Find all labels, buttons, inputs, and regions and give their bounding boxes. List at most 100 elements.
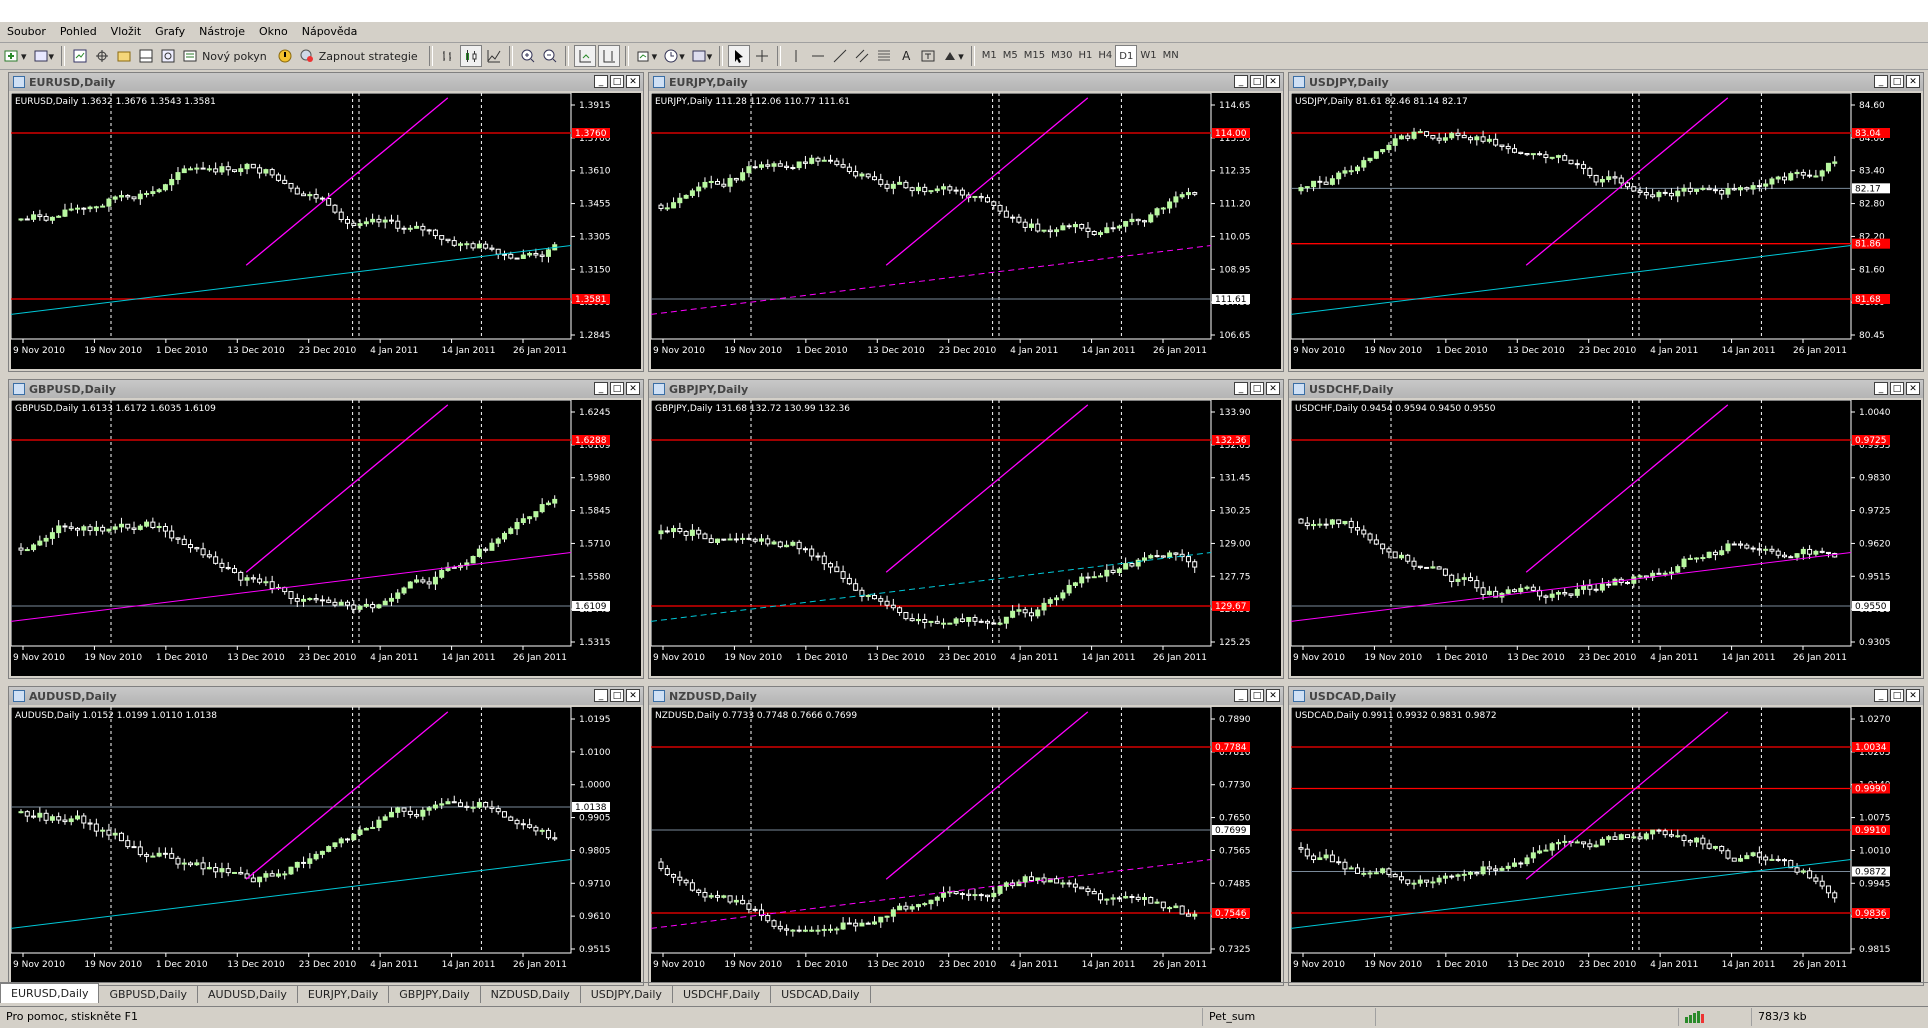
minimize-icon[interactable]: _ <box>594 689 608 702</box>
tab-audusd[interactable]: AUDUSD,Daily <box>198 986 298 1003</box>
profiles-icon[interactable]: ▾ <box>31 45 57 67</box>
minimize-icon[interactable]: _ <box>1874 75 1888 88</box>
periods-icon[interactable]: ▾ <box>661 45 687 67</box>
new-order-button[interactable]: Nový pokyn <box>180 45 273 67</box>
candlestick-icon[interactable] <box>459 45 482 67</box>
chart-window-gbpjpy[interactable]: GBPJPY,Daily _ □ ✕ 133.90 132.65 131.45 130.25 1… <box>648 379 1284 679</box>
tab-eurjpy[interactable]: EURJPY,Daily <box>298 986 390 1003</box>
market-watch-icon[interactable] <box>70 45 90 67</box>
horizontal-line-icon[interactable] <box>808 45 828 67</box>
timeframe-w1[interactable]: W1 <box>1137 45 1159 65</box>
tab-gbpusd[interactable]: GBPUSD,Daily <box>99 986 199 1003</box>
chart-area[interactable]: 1.00400.99350.98300.97250.96200.95150.94… <box>1291 400 1921 676</box>
close-icon[interactable]: ✕ <box>1906 382 1920 395</box>
chart-window-nzdusd[interactable]: NZDUSD,Daily _ □ ✕ 0.7890 0.7810 0.7730 0.7650 0… <box>648 686 1284 986</box>
text-label-icon[interactable] <box>918 45 938 67</box>
chart-area[interactable]: 1.02701.02051.01401.00751.00100.99450.98… <box>1291 707 1921 983</box>
chart-titlebar[interactable]: USDJPY,Daily _ □ ✕ <box>1289 73 1923 91</box>
minimize-icon[interactable]: _ <box>594 75 608 88</box>
close-icon[interactable]: ✕ <box>1266 75 1280 88</box>
chart-area[interactable]: 114.65113.50112.35111.20110.05108.95107.… <box>651 93 1281 369</box>
maximize-icon[interactable]: □ <box>1250 689 1264 702</box>
chart-window-usdjpy[interactable]: USDJPY,Daily _ □ ✕ 84.60 84.00 83.40 82.80 82.20… <box>1288 72 1924 372</box>
chart-canvas[interactable]: 1.00400.99350.98300.97250.96200.95150.94… <box>1291 400 1921 676</box>
tab-gbpjpy[interactable]: GBPJPY,Daily <box>389 986 481 1003</box>
maximize-icon[interactable]: □ <box>610 689 624 702</box>
chart-shift-icon[interactable] <box>597 45 620 67</box>
maximize-icon[interactable]: □ <box>610 75 624 88</box>
minimize-icon[interactable]: _ <box>1874 382 1888 395</box>
chart-titlebar[interactable]: AUDUSD,Daily _ □ ✕ <box>9 687 643 705</box>
chart-area[interactable]: 0.78900.78100.77300.76500.75650.74850.74… <box>651 707 1281 983</box>
chart-canvas[interactable]: 1.0195 1.0100 1.0000 0.9905 0.9805 0.9710 0.96… <box>11 707 641 983</box>
text-icon[interactable]: A <box>896 45 916 67</box>
chart-window-eurusd[interactable]: EURUSD,Daily _ □ ✕ 1.3915 1.3760 1.3610 1.3455 1… <box>8 72 644 372</box>
tab-nzdusd[interactable]: NZDUSD,Daily <box>481 986 581 1003</box>
maximize-icon[interactable]: □ <box>1890 382 1904 395</box>
chart-area[interactable]: 84.6084.0083.4082.8082.2081.6081.0080.45… <box>1291 93 1921 369</box>
timeframe-m5[interactable]: M5 <box>1000 45 1021 65</box>
tab-usdcad[interactable]: USDCAD,Daily <box>771 986 871 1003</box>
maximize-icon[interactable]: □ <box>1250 75 1264 88</box>
templates-icon[interactable]: ▾ <box>689 45 715 67</box>
close-icon[interactable]: ✕ <box>626 75 640 88</box>
close-icon[interactable]: ✕ <box>1266 689 1280 702</box>
chart-titlebar[interactable]: USDCHF,Daily _ □ ✕ <box>1289 380 1923 398</box>
channel-icon[interactable] <box>852 45 872 67</box>
bar-chart-icon[interactable] <box>438 45 458 67</box>
minimize-icon[interactable]: _ <box>1234 75 1248 88</box>
minimize-icon[interactable]: _ <box>1234 382 1248 395</box>
chart-canvas[interactable]: 114.65113.50112.35111.20110.05108.95107.… <box>651 93 1281 369</box>
tab-usdjpy[interactable]: USDJPY,Daily <box>581 986 673 1003</box>
chart-area[interactable]: 1.62451.61091.59801.58451.57101.55801.54… <box>11 400 641 676</box>
maximize-icon[interactable]: □ <box>1890 689 1904 702</box>
chart-area[interactable]: 133.90132.65131.45130.25129.00127.75126.… <box>651 400 1281 676</box>
vertical-line-icon[interactable] <box>786 45 806 67</box>
menu-item-5[interactable]: Okno <box>252 22 295 42</box>
timeframe-m30[interactable]: M30 <box>1048 45 1075 65</box>
timeframe-m15[interactable]: M15 <box>1021 45 1048 65</box>
indicators-icon[interactable]: ▾ <box>634 45 660 67</box>
zoom-out-icon[interactable] <box>540 45 560 67</box>
maximize-icon[interactable]: □ <box>610 382 624 395</box>
auto-scroll-icon[interactable] <box>573 45 596 67</box>
chart-canvas[interactable]: 1.02701.02051.01401.00751.00100.99450.98… <box>1291 707 1921 983</box>
timeframe-mn[interactable]: MN <box>1160 45 1182 65</box>
menu-item-1[interactable]: Pohled <box>53 22 104 42</box>
zoom-in-icon[interactable] <box>518 45 538 67</box>
line-chart-icon[interactable] <box>484 45 504 67</box>
chart-canvas[interactable]: 84.6084.0083.4082.8082.2081.6081.0080.45… <box>1291 93 1921 369</box>
meta-editor-icon[interactable] <box>275 45 295 67</box>
close-icon[interactable]: ✕ <box>1906 75 1920 88</box>
chart-area[interactable]: 1.39151.37601.36101.34551.33051.31501.30… <box>11 93 641 369</box>
chart-titlebar[interactable]: NZDUSD,Daily _ □ ✕ <box>649 687 1283 705</box>
terminal-icon[interactable] <box>136 45 156 67</box>
tab-eurusd[interactable]: EURUSD,Daily <box>0 983 100 1003</box>
autotrading-button[interactable]: Zapnout strategie <box>297 45 424 67</box>
close-icon[interactable]: ✕ <box>626 689 640 702</box>
menu-item-2[interactable]: Vložit <box>104 22 148 42</box>
menu-item-4[interactable]: Nástroje <box>192 22 252 42</box>
minimize-icon[interactable]: _ <box>1874 689 1888 702</box>
maximize-icon[interactable]: □ <box>1890 75 1904 88</box>
menu-item-3[interactable]: Grafy <box>148 22 192 42</box>
fibonacci-icon[interactable] <box>874 45 894 67</box>
chart-window-eurjpy[interactable]: EURJPY,Daily _ □ ✕ 114.65 113.50 112.35 111.20 1… <box>648 72 1284 372</box>
minimize-icon[interactable]: _ <box>1234 689 1248 702</box>
chart-area[interactable]: 1.0195 1.0100 1.0000 0.9905 0.9805 0.9710 0.96… <box>11 707 641 983</box>
chart-titlebar[interactable]: GBPJPY,Daily _ □ ✕ <box>649 380 1283 398</box>
trendline-icon[interactable] <box>830 45 850 67</box>
chart-canvas[interactable]: 133.90132.65131.45130.25129.00127.75126.… <box>651 400 1281 676</box>
close-icon[interactable]: ✕ <box>1906 689 1920 702</box>
chart-canvas[interactable]: 1.39151.37601.36101.34551.33051.31501.30… <box>11 93 641 369</box>
tester-icon[interactable] <box>158 45 178 67</box>
tab-usdchf[interactable]: USDCHF,Daily <box>673 986 772 1003</box>
crosshair-icon[interactable] <box>752 45 772 67</box>
chart-canvas[interactable]: 0.78900.78100.77300.76500.75650.74850.74… <box>651 707 1281 983</box>
close-icon[interactable]: ✕ <box>1266 382 1280 395</box>
timeframe-m1[interactable]: M1 <box>979 45 1000 65</box>
chart-window-usdchf[interactable]: USDCHF,Daily _ □ ✕ 1.0040 0.9935 0.9830 0.9725 0… <box>1288 379 1924 679</box>
chart-titlebar[interactable]: EURUSD,Daily _ □ ✕ <box>9 73 643 91</box>
timeframe-h4[interactable]: H4 <box>1095 45 1115 65</box>
data-window-icon[interactable] <box>92 45 112 67</box>
